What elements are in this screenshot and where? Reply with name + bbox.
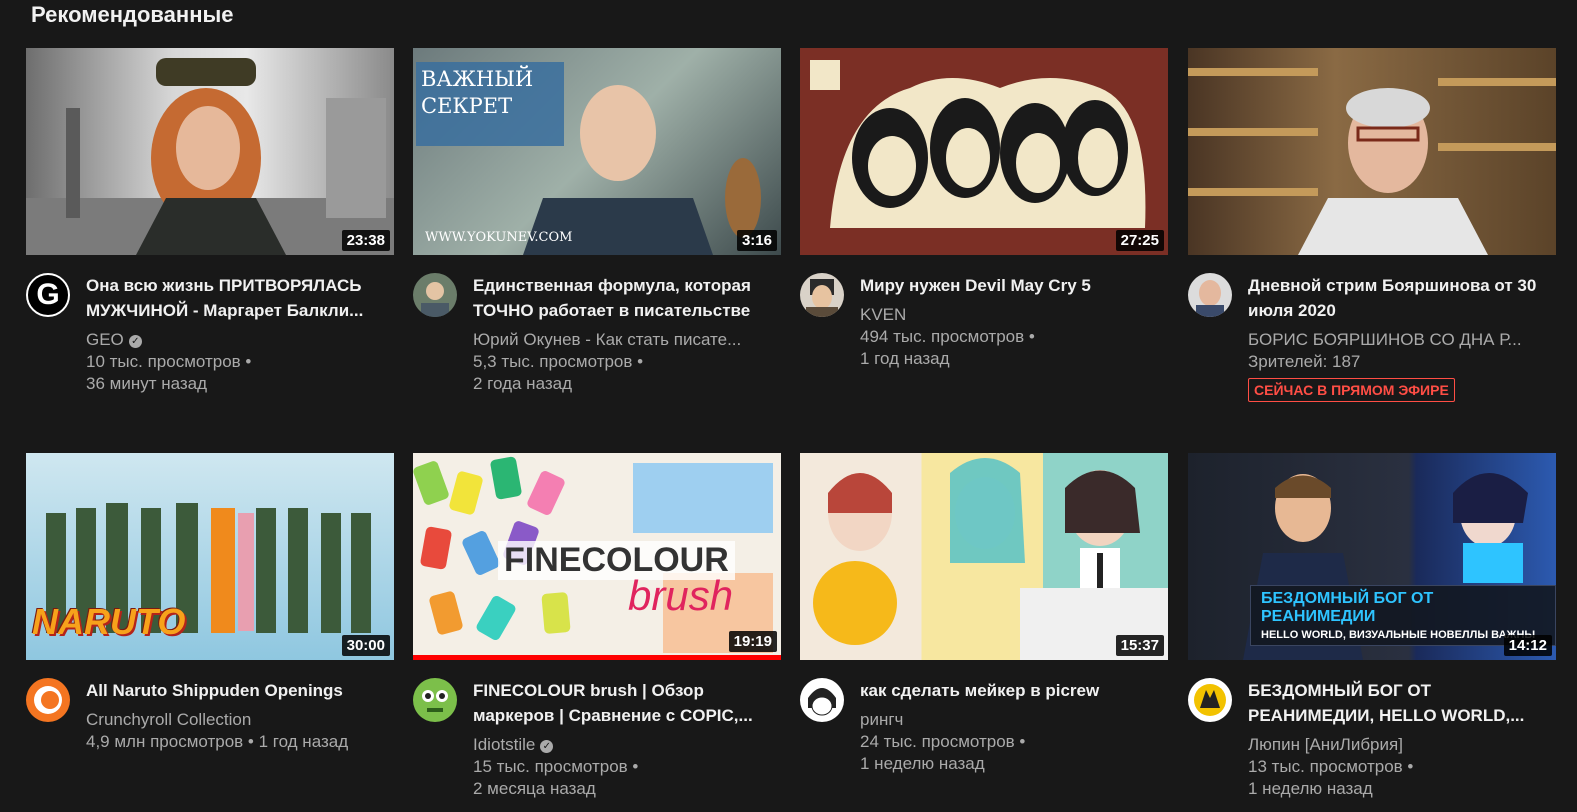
video-thumbnail[interactable]: ВАЖНЫЙ СЕКРЕТ WWW.YOKUNEV.COM 3:16 xyxy=(413,48,781,255)
thumbnail-text: ВАЖНЫЙ СЕКРЕТ xyxy=(421,67,534,118)
naruto-logo: NARUTO xyxy=(32,601,186,642)
viewer-count: Зрителей: 187 xyxy=(1248,352,1361,371)
thumbnail-caption: WWW.YOKUNEV.COM xyxy=(425,230,573,245)
watch-progress-bar xyxy=(413,655,781,660)
video-duration: 23:38 xyxy=(341,230,390,251)
video-title[interactable]: Единственная формула, которая ТОЧНО рабо… xyxy=(473,273,773,323)
channel-avatar[interactable] xyxy=(800,678,844,722)
video-thumbnail[interactable]: БЕЗДОМНЫЙ БОГ ОТ РЕАНИМЕДИИ HELLO WORLD,… xyxy=(1188,453,1556,660)
video-thumbnail[interactable] xyxy=(1188,48,1556,255)
channel-avatar[interactable] xyxy=(413,273,457,317)
video-duration: 30:00 xyxy=(341,635,390,656)
upload-age: 2 месяца назад xyxy=(473,779,596,798)
avatar-photo-icon xyxy=(1196,280,1224,317)
thumbnail-art xyxy=(1188,68,1556,255)
channel-avatar[interactable] xyxy=(413,678,457,722)
video-title[interactable]: All Naruto Shippuden Openings xyxy=(86,678,386,703)
channel-avatar[interactable] xyxy=(800,273,844,317)
thumbnail-art xyxy=(813,458,1168,660)
video-title[interactable]: БЕЗДОМНЫЙ БОГ ОТ РЕАНИМЕДИИ, HELLO WORLD… xyxy=(1248,678,1548,728)
channel-name[interactable]: БОРИС БОЯРШИНОВ СО ДНА Р... xyxy=(1248,329,1548,351)
channel-name[interactable]: GEO ✓ xyxy=(86,329,386,351)
video-title[interactable]: как сделать мейкер в picrew xyxy=(860,678,1160,703)
video-duration: 15:37 xyxy=(1115,635,1164,656)
video-duration: 14:12 xyxy=(1503,635,1552,656)
wolf-logo-icon xyxy=(1194,684,1226,716)
idiotstile-logo-icon xyxy=(422,690,448,712)
upload-age: 1 неделю назад xyxy=(860,754,985,773)
channel-name[interactable]: Юрий Окунев - Как стать писате... xyxy=(473,329,773,351)
verified-icon: ✓ xyxy=(540,740,554,753)
upload-age: 1 год назад xyxy=(860,349,950,368)
channel-avatar[interactable] xyxy=(1188,678,1232,722)
verified-icon: ✓ xyxy=(128,335,142,348)
channel-avatar[interactable] xyxy=(26,678,70,722)
thumbnail-art xyxy=(810,60,1146,228)
upload-age: 2 года назад xyxy=(473,374,573,393)
video-title[interactable]: FINECOLOUR brush | Обзор маркеров | Срав… xyxy=(473,678,773,728)
view-count: 24 тыс. просмотров • xyxy=(860,732,1026,751)
upload-age: 36 минут назад xyxy=(86,374,208,393)
video-thumbnail[interactable]: 15:37 xyxy=(800,453,1168,660)
thumbnail-text: FINECOLOUR brush xyxy=(498,541,735,620)
thumbnail-art xyxy=(26,58,394,255)
video-title[interactable]: Она всю жизнь ПРИТВОРЯЛАСЬ МУЖЧИНОЙ - Ма… xyxy=(86,273,386,323)
view-count: 13 тыс. просмотров • xyxy=(1248,757,1414,776)
view-count: 10 тыс. просмотров • xyxy=(86,352,252,371)
video-thumbnail[interactable]: 27:25 xyxy=(800,48,1168,255)
avatar-photo-icon xyxy=(806,279,838,317)
video-title[interactable]: Дневной стрим Бояршинова от 30 июля 2020 xyxy=(1248,273,1548,323)
avatar-drawing-icon xyxy=(808,688,836,716)
channel-name[interactable]: Crunchyroll Collection xyxy=(86,709,386,731)
section-title: Рекомендованные xyxy=(31,2,234,27)
view-count: 5,3 тыс. просмотров • xyxy=(473,352,644,371)
video-title[interactable]: Миру нужен Devil May Cry 5 xyxy=(860,273,1160,298)
video-duration: 3:16 xyxy=(736,230,777,251)
video-thumbnail[interactable]: 23:38 xyxy=(26,48,394,255)
channel-name[interactable]: Idiotstile ✓ xyxy=(473,734,773,756)
view-count: 494 тыс. просмотров • xyxy=(860,327,1035,346)
live-badge: СЕЙЧАС В ПРЯМОМ ЭФИРЕ xyxy=(1248,378,1455,402)
view-count: 15 тыс. просмотров • xyxy=(473,757,639,776)
upload-age: 1 неделю назад xyxy=(1248,779,1373,798)
view-count: 4,9 млн просмотров • 1 год назад xyxy=(86,732,349,751)
geo-logo-icon: G xyxy=(36,278,60,311)
channel-name[interactable]: KVEN xyxy=(860,304,1160,326)
video-duration: 19:19 xyxy=(728,631,777,652)
channel-avatar[interactable] xyxy=(1188,273,1232,317)
video-thumbnail[interactable]: FINECOLOUR brush 19:19 xyxy=(413,453,781,660)
video-duration: 27:25 xyxy=(1115,230,1164,251)
channel-avatar[interactable]: G xyxy=(26,273,70,317)
channel-name[interactable]: рингч xyxy=(860,709,1160,731)
video-thumbnail[interactable]: NARUTO 30:00 xyxy=(26,453,394,660)
channel-name[interactable]: Люпин [АниЛибрия] xyxy=(1248,734,1548,756)
avatar-photo-icon xyxy=(421,282,449,317)
crunchyroll-logo-icon xyxy=(34,686,62,714)
